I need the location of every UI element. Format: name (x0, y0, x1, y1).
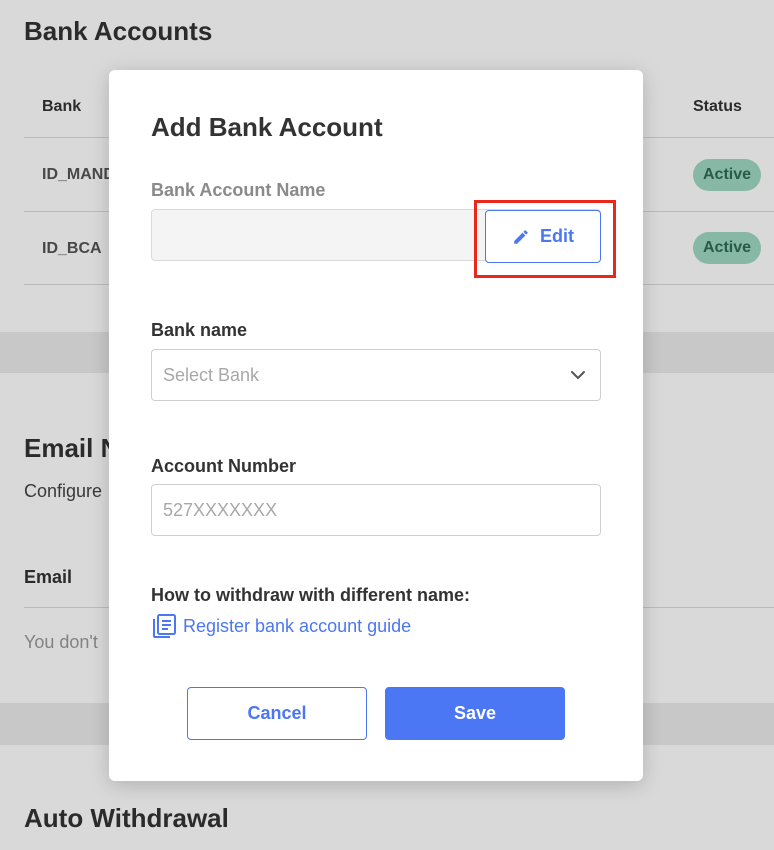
account-number-field[interactable] (151, 484, 601, 536)
bank-name-select[interactable]: Select Bank (151, 349, 601, 401)
guide-heading: How to withdraw with different name: (151, 585, 470, 605)
edit-button[interactable]: Edit (485, 210, 601, 263)
document-list-icon (153, 614, 176, 638)
bank-name-placeholder: Select Bank (163, 364, 260, 385)
bank-account-name-label: Bank Account Name (151, 180, 326, 200)
chevron-down-icon (571, 371, 585, 379)
account-number-label: Account Number (151, 456, 297, 476)
save-button[interactable]: Save (385, 687, 565, 740)
register-bank-account-guide-link[interactable]: Register bank account guide (151, 613, 411, 639)
guide-link-label: Register bank account guide (183, 615, 412, 636)
cancel-button[interactable]: Cancel (187, 687, 367, 740)
bank-name-label: Bank name (151, 320, 248, 340)
add-bank-account-modal: Add Bank Account Bank Account Name Edit … (109, 70, 643, 781)
edit-button-label: Edit (540, 226, 574, 246)
modal-title: Add Bank Account (151, 112, 383, 142)
pencil-icon (514, 229, 528, 244)
